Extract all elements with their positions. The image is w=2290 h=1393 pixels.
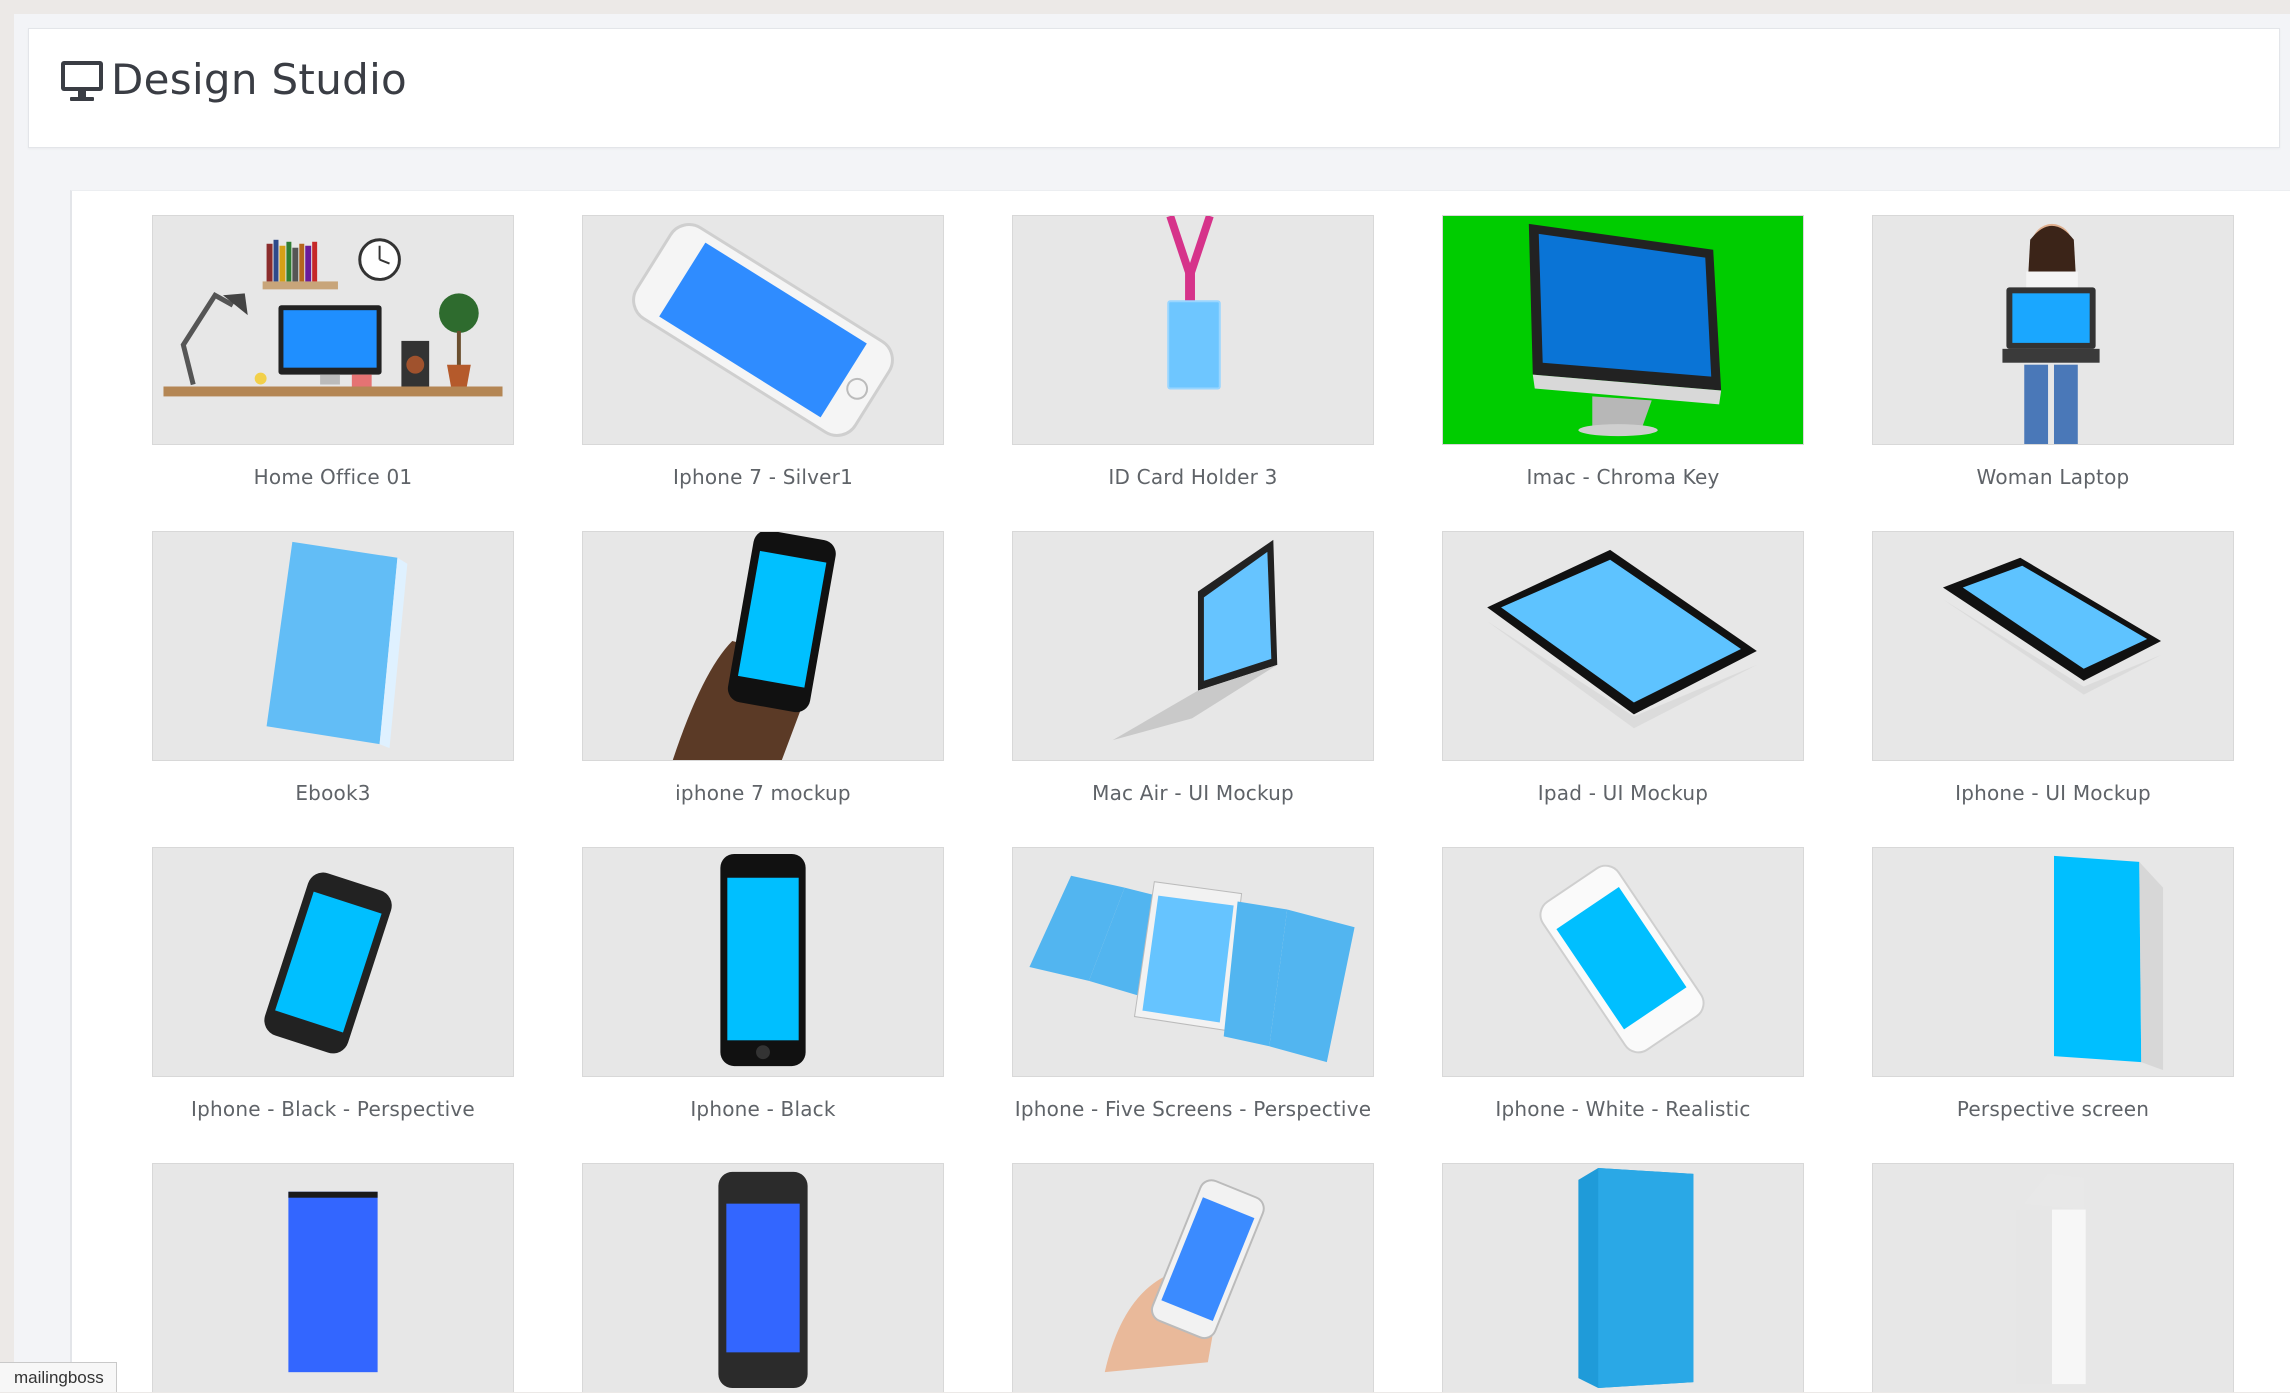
ebook-image: [266, 541, 408, 749]
template-thumbnail[interactable]: [1872, 1163, 2234, 1392]
perspective-screen-image: [2053, 855, 2164, 1071]
template-title: Ipad - UI Mockup: [1537, 781, 1709, 805]
template-thumbnail[interactable]: [1012, 215, 1374, 445]
template-card[interactable]: Iphone - Five Screens - Perspective: [1012, 847, 1374, 1121]
template-card[interactable]: Iphone - UI Mockup: [1872, 531, 2234, 805]
template-title: Mac Air - UI Mockup: [1092, 781, 1294, 805]
template-card[interactable]: Ipad - UI Mockup: [1442, 531, 1804, 805]
template-thumbnail[interactable]: [1442, 1163, 1804, 1392]
screen-blue-image: [288, 1191, 378, 1373]
page-title: Design Studio: [111, 55, 408, 104]
box-image: [1578, 1167, 1694, 1389]
iphone-in-hand-image: [672, 532, 836, 760]
template-card[interactable]: Ebook3: [152, 531, 514, 805]
template-card[interactable]: Iphone 7 - Silver1: [582, 215, 944, 489]
page-header: Design Studio: [28, 28, 2280, 148]
monitor-icon: [61, 61, 103, 101]
template-title: ID Card Holder 3: [1108, 465, 1278, 489]
template-title: Iphone - Black: [690, 1097, 836, 1121]
template-card[interactable]: [1012, 1163, 1374, 1392]
ipad-image: [1487, 549, 1757, 729]
template-thumbnail[interactable]: [1012, 531, 1374, 761]
iphone-hand-image: [1104, 1179, 1265, 1373]
template-card[interactable]: Perspective screen: [1872, 847, 2234, 1121]
template-title: Iphone - Five Screens - Perspective: [1014, 1097, 1372, 1121]
template-thumbnail[interactable]: [152, 531, 514, 761]
template-thumbnail[interactable]: [152, 1163, 514, 1392]
template-card[interactable]: ID Card Holder 3: [1012, 215, 1374, 489]
template-title: iphone 7 mockup: [675, 781, 851, 805]
woman-laptop-image: [2002, 223, 2100, 444]
template-title: Perspective screen: [1956, 1097, 2150, 1121]
iphone-silver-image: [632, 223, 894, 437]
template-thumbnail[interactable]: [1012, 1163, 1374, 1392]
template-thumbnail[interactable]: [152, 847, 514, 1077]
iphone-dark-image: [718, 1171, 808, 1389]
template-thumbnail[interactable]: [1872, 847, 2234, 1077]
template-card[interactable]: Iphone - Black: [582, 847, 944, 1121]
template-thumbnail[interactable]: [1442, 215, 1804, 445]
template-title: Woman Laptop: [1976, 465, 2130, 489]
template-card[interactable]: [1442, 1163, 1804, 1392]
iphone-ui-image: [1942, 557, 2162, 695]
template-title: Imac - Chroma Key: [1526, 465, 1720, 489]
template-thumbnail[interactable]: [1442, 531, 1804, 761]
iphone-black-perspective-image: [264, 872, 392, 1054]
template-title: Iphone - White - Realistic: [1495, 1097, 1751, 1121]
template-card[interactable]: Iphone - Black - Perspective: [152, 847, 514, 1121]
home-office-image: [163, 238, 503, 397]
template-title: Iphone - Black - Perspective: [191, 1097, 475, 1121]
template-card[interactable]: Iphone - White - Realistic: [1442, 847, 1804, 1121]
template-title: Iphone 7 - Silver1: [673, 465, 853, 489]
template-card[interactable]: Home Office 01: [152, 215, 514, 489]
template-card[interactable]: iphone 7 mockup: [582, 531, 944, 805]
template-thumbnail[interactable]: [582, 1163, 944, 1392]
template-title: Ebook3: [295, 781, 371, 805]
template-thumbnail[interactable]: [1872, 531, 2234, 761]
five-screens-image: [1029, 875, 1355, 1063]
template-thumbnail[interactable]: [582, 215, 944, 445]
template-thumbnail[interactable]: [1012, 847, 1374, 1077]
template-card[interactable]: Imac - Chroma Key: [1442, 215, 1804, 489]
id-card-holder-image: [1166, 216, 1221, 390]
template-thumbnail[interactable]: [1442, 847, 1804, 1077]
template-card[interactable]: [582, 1163, 944, 1392]
imac-chroma-image: [1528, 223, 1722, 437]
template-card[interactable]: Mac Air - UI Mockup: [1012, 531, 1374, 805]
template-card[interactable]: [1872, 1163, 2234, 1392]
template-thumbnail[interactable]: [1872, 215, 2234, 445]
iphone-white-image: [1539, 864, 1705, 1054]
template-title: Iphone - UI Mockup: [1955, 781, 2151, 805]
template-thumbnail[interactable]: [582, 531, 944, 761]
status-url-bubble: mailingboss: [0, 1362, 117, 1392]
template-thumbnail[interactable]: [582, 847, 944, 1077]
mac-air-image: [1112, 539, 1278, 741]
template-thumbnail[interactable]: [152, 215, 514, 445]
iphone-black-image: [720, 853, 806, 1067]
template-title: Home Office 01: [253, 465, 413, 489]
template-gallery: Home Office 01 Iphone 7 - Silver1 ID Car…: [70, 190, 2290, 1392]
milk-carton-image: [2016, 1173, 2086, 1385]
template-card[interactable]: Woman Laptop: [1872, 215, 2234, 489]
template-card[interactable]: [152, 1163, 514, 1392]
